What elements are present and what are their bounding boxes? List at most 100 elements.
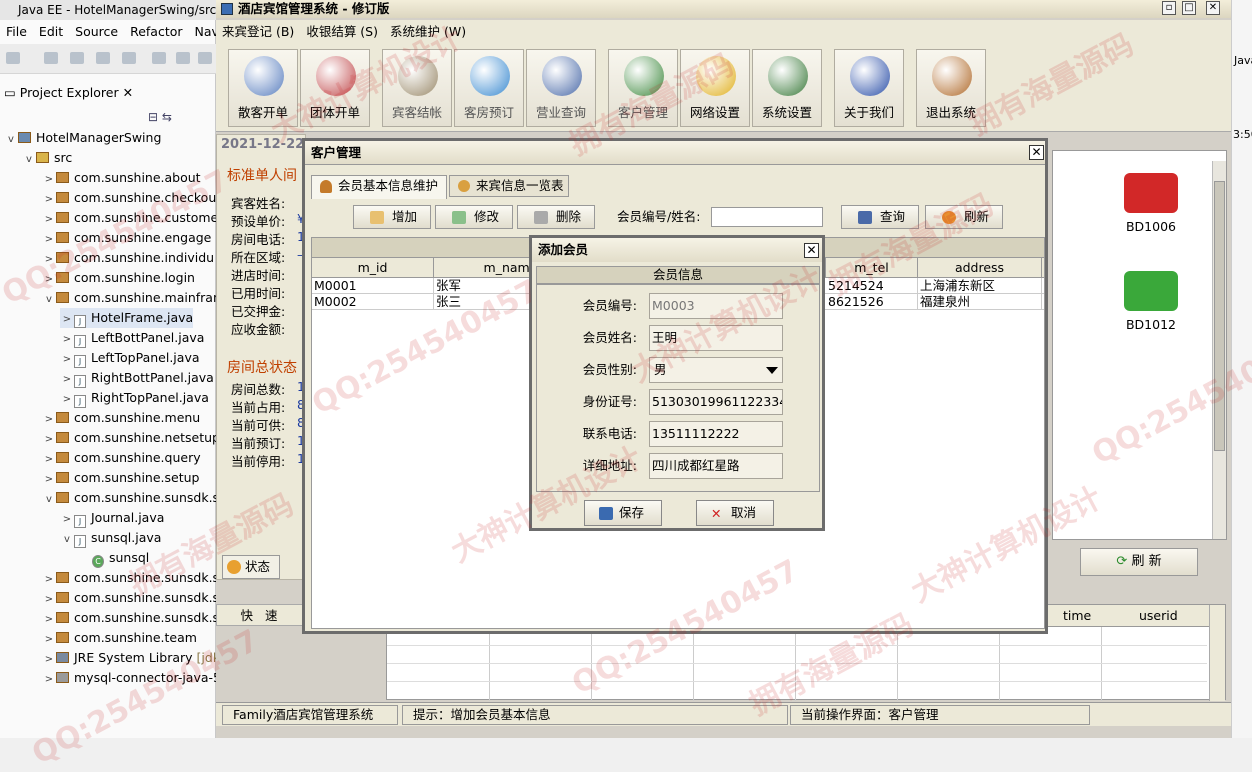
tree-item[interactable]: > com.sunshine.about xyxy=(42,168,201,188)
toolbar-button-8[interactable]: 系统设置 xyxy=(752,49,822,127)
search-input[interactable] xyxy=(711,207,823,227)
toolbar-button-9[interactable]: 关于我们 xyxy=(834,49,904,127)
new-icon[interactable] xyxy=(6,52,20,64)
run-icon[interactable] xyxy=(152,52,166,64)
menu-navigate[interactable]: Nav xyxy=(189,22,216,42)
tree-item[interactable]: > com.sunshine.sunsdk.s xyxy=(42,608,216,628)
tree-item[interactable]: > com.sunshine.team xyxy=(42,628,197,648)
idcard-field[interactable]: 513030199611223344 xyxy=(649,389,783,415)
journal-scrollbar[interactable] xyxy=(1209,605,1225,701)
tree-item[interactable]: > com.sunshine.custome xyxy=(42,208,216,228)
menu-cashier[interactable]: 收银结算 (S) xyxy=(300,20,384,44)
java-file-icon: J xyxy=(74,355,86,368)
tree-item[interactable]: > com.sunshine.query xyxy=(42,448,201,468)
tree-item[interactable]: > J RightBottPanel.java xyxy=(60,368,214,388)
collapse-all-icon[interactable]: ⊟ ⇆ xyxy=(148,110,172,124)
print-icon[interactable] xyxy=(96,52,110,64)
gender-select[interactable]: 男 xyxy=(649,357,783,383)
scroll-thumb[interactable] xyxy=(1214,181,1225,451)
tab-guest-list[interactable]: 来宾信息一览表 xyxy=(449,175,569,197)
close-window-icon[interactable]: ✕ xyxy=(1206,1,1220,15)
toolbar-button-3[interactable]: 宾客结帐 xyxy=(382,49,452,127)
room-tile[interactable]: BD1006 xyxy=(1121,173,1181,234)
close-icon[interactable]: ✕ xyxy=(1029,145,1044,160)
about-icon xyxy=(850,56,890,96)
toolbar-button-4[interactable]: 客房预订 xyxy=(454,49,524,127)
package-icon xyxy=(56,272,69,283)
tree-project[interactable]: v HotelManagerSwing xyxy=(4,128,161,148)
tree-item[interactable]: v com.sunshine.sunsdk.s xyxy=(42,488,216,508)
tree-item[interactable]: > com.sunshine.engage xyxy=(42,228,212,248)
cancel-button[interactable]: ✕ 取消 xyxy=(696,500,774,526)
perspective-java[interactable]: Java xyxy=(1234,54,1252,67)
maximize-icon[interactable]: □ xyxy=(1182,1,1196,15)
chevron-icon: > xyxy=(44,414,54,425)
tree-item[interactable]: > com.sunshine.menu xyxy=(42,408,200,428)
package-icon xyxy=(56,432,69,443)
project-explorer-tab[interactable]: ▭ Project Explorer ✕ xyxy=(0,82,216,104)
address-field[interactable]: 四川成都红星路 xyxy=(649,453,783,479)
delete-button[interactable]: 删除 xyxy=(517,205,595,229)
room-id: BD1012 xyxy=(1125,317,1176,332)
menu-edit[interactable]: Edit xyxy=(33,22,69,42)
tree-item[interactable]: v Jsunsql.java xyxy=(60,528,161,548)
menu-guest-register[interactable]: 来宾登记 (B) xyxy=(216,20,300,44)
tree-item[interactable]: > J HotelFrame.java xyxy=(60,308,194,328)
terminate-icon[interactable] xyxy=(198,52,212,64)
tree-item[interactable]: Csunsql xyxy=(78,548,149,568)
stop-icon[interactable] xyxy=(176,52,190,64)
tree-item[interactable]: v com.sunshine.mainfran xyxy=(42,288,216,308)
tree-jre[interactable]: >JRE System Library[jdk1.8 xyxy=(42,648,216,668)
tree-src[interactable]: v src xyxy=(22,148,72,168)
refresh-button[interactable]: 刷新 xyxy=(925,205,1003,229)
member-id-field[interactable]: M0003 xyxy=(649,293,783,319)
room-tile[interactable]: BD1012 xyxy=(1121,271,1181,332)
toolbar-button-10[interactable]: 退出系统 xyxy=(916,49,986,127)
col-time[interactable]: time xyxy=(1063,605,1091,627)
tree-item[interactable]: > com.sunshine.netsetup xyxy=(42,428,216,448)
status-tab[interactable]: 状态 xyxy=(222,555,280,579)
menu-source[interactable]: Source xyxy=(69,22,124,42)
tree-mysql-jar[interactable]: >mysql-connector-java-5.1 xyxy=(42,668,216,688)
toolbar-button-6[interactable]: 客户管理 xyxy=(608,49,678,127)
toolbar-button-5[interactable]: 营业查询 xyxy=(526,49,596,127)
menu-file[interactable]: File xyxy=(0,22,33,42)
add-button[interactable]: 增加 xyxy=(353,205,431,229)
save-button[interactable]: 保存 xyxy=(584,500,662,526)
info-label: 进店时间: xyxy=(231,268,286,283)
tree-item[interactable]: > com.sunshine.individu xyxy=(42,248,214,268)
tree-item[interactable]: > com.sunshine.setup xyxy=(42,468,200,488)
tree-item[interactable]: > J Journal.java xyxy=(60,508,164,528)
debug-icon[interactable] xyxy=(122,52,136,64)
tree-item[interactable]: > com.sunshine.sunsdk.s xyxy=(42,568,216,588)
menu-refactor[interactable]: Refactor xyxy=(124,22,188,42)
tree-item[interactable]: > J LeftBottPanel.java xyxy=(60,328,204,348)
phone-field[interactable]: 13511112222 xyxy=(649,421,783,447)
toolbar-button-1[interactable]: 散客开单 xyxy=(228,49,298,127)
close-icon[interactable]: ✕ xyxy=(804,243,819,258)
room-refresh-button[interactable]: ⟳ 刷 新 xyxy=(1080,548,1198,576)
package-icon xyxy=(56,632,69,643)
room-scrollbar[interactable] xyxy=(1212,161,1226,539)
query-button[interactable]: 查询 xyxy=(841,205,919,229)
tree-item[interactable]: > com.sunshine.login xyxy=(42,268,195,288)
restore-icon[interactable]: ▫ xyxy=(1162,1,1176,15)
toolbar-button-2[interactable]: 团体开单 xyxy=(300,49,370,127)
tree-item[interactable]: > com.sunshine.checkout xyxy=(42,188,216,208)
tree-item[interactable]: > J RightTopPanel.java xyxy=(60,388,209,408)
toolbar-button-7[interactable]: 网络设置 xyxy=(680,49,750,127)
member-name-field[interactable]: 王明 xyxy=(649,325,783,351)
tree-item[interactable]: > com.sunshine.sunsdk.s xyxy=(42,588,216,608)
col-address[interactable]: address xyxy=(918,258,1042,278)
tab-member-info[interactable]: 会员基本信息维护 xyxy=(311,175,447,199)
save-icon[interactable] xyxy=(44,52,58,64)
edit-button[interactable]: 修改 xyxy=(435,205,513,229)
save-all-icon[interactable] xyxy=(70,52,84,64)
col-userid[interactable]: userid xyxy=(1139,605,1178,627)
info-label: 应收金额: xyxy=(231,322,286,337)
col-m-id[interactable]: m_id xyxy=(312,258,434,278)
menu-maintenance[interactable]: 系统维护 (W) xyxy=(384,20,472,44)
tree-item[interactable]: > J LeftTopPanel.java xyxy=(60,348,200,368)
col-m-tel[interactable]: m_tel xyxy=(826,258,918,278)
label-idcard: 身份证号: xyxy=(582,394,637,409)
